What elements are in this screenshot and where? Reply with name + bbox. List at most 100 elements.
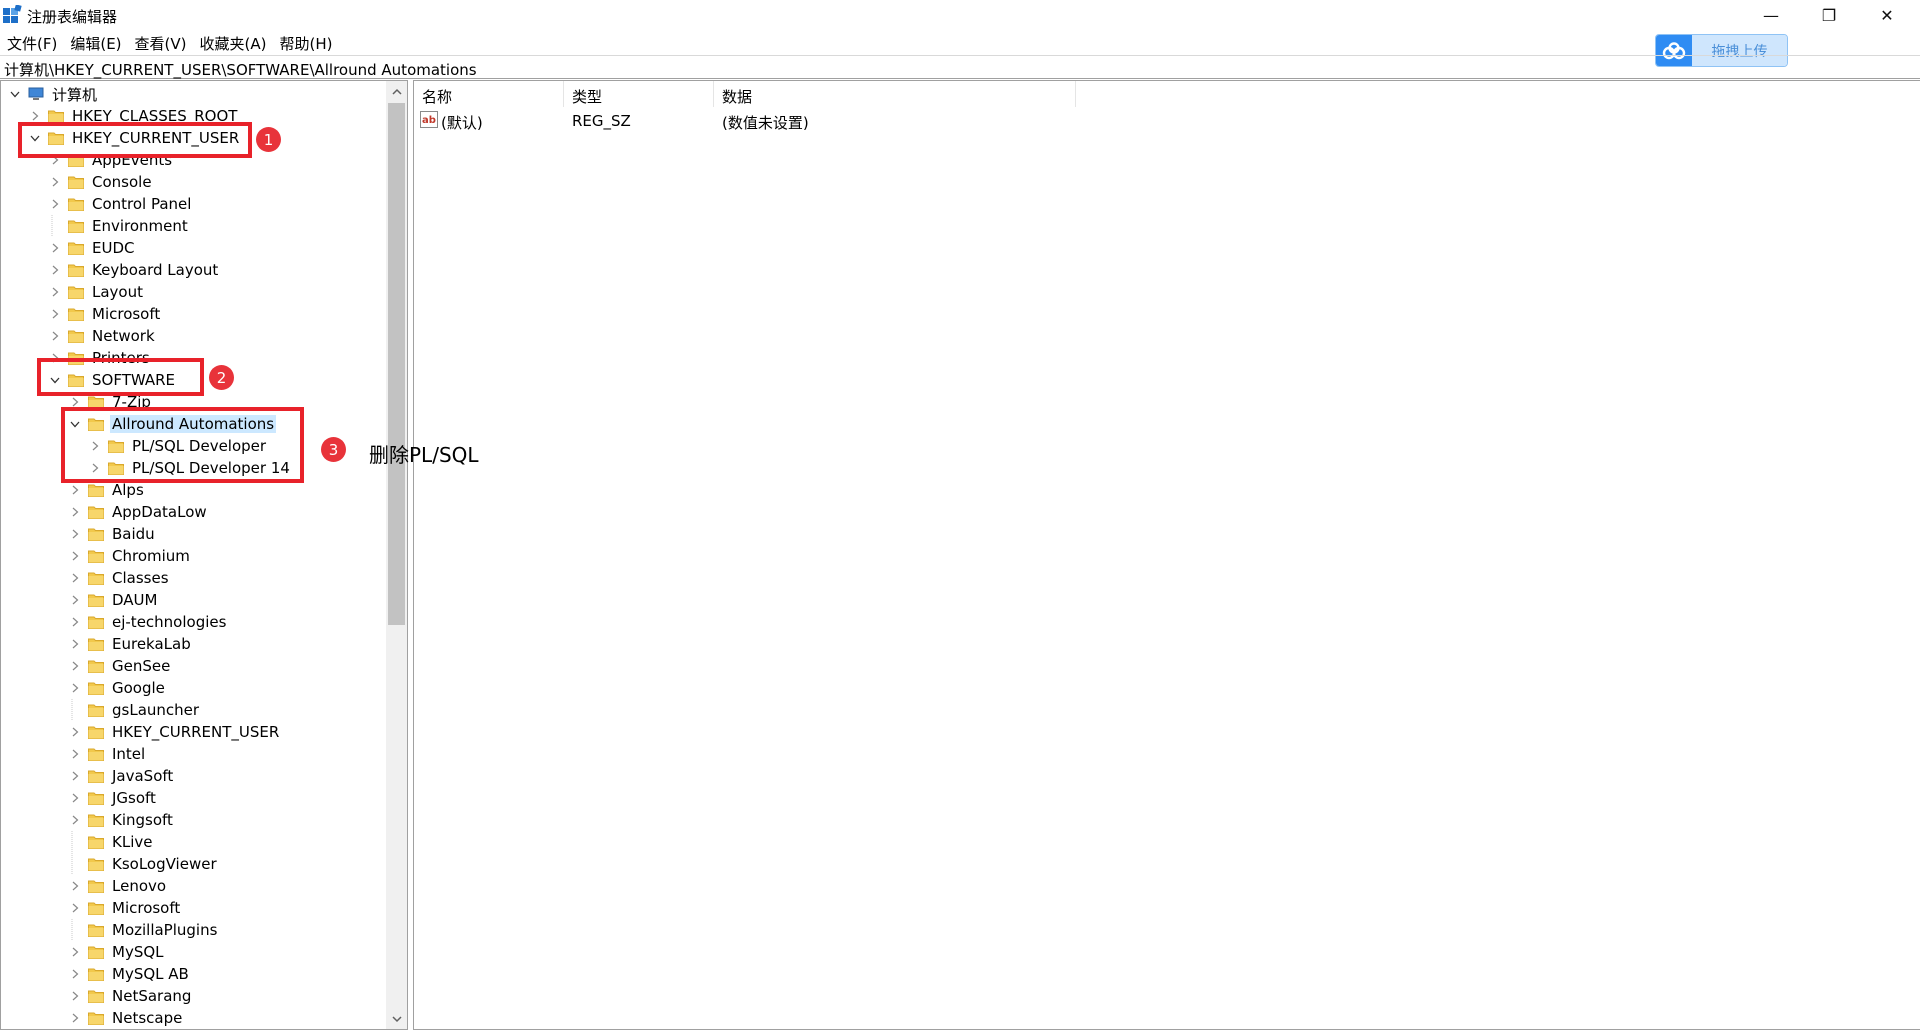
chevron-right-icon[interactable] <box>67 589 83 611</box>
chevron-right-icon[interactable] <box>67 633 83 655</box>
chevron-right-icon[interactable] <box>67 523 83 545</box>
close-button[interactable]: ✕ <box>1858 0 1916 30</box>
tree-node-gslauncher[interactable]: gsLauncher <box>67 699 201 721</box>
tree-node-keyboard-layout[interactable]: Keyboard Layout <box>47 259 220 281</box>
tree-connector-icon <box>67 831 83 853</box>
tree-node-intel[interactable]: Intel <box>67 743 147 765</box>
tree-node-google[interactable]: Google <box>67 677 167 699</box>
chevron-right-icon[interactable] <box>47 193 63 215</box>
tree-node-label: EUDC <box>92 239 135 257</box>
chevron-right-icon[interactable] <box>47 237 63 259</box>
tree-connector-icon <box>67 853 83 875</box>
chevron-right-icon[interactable] <box>67 567 83 589</box>
chevron-down-icon[interactable] <box>7 83 23 105</box>
title-bar: 注册表编辑器 — ❐ ✕ <box>0 0 1920 30</box>
chevron-right-icon[interactable] <box>47 259 63 281</box>
tree-node-netscape[interactable]: Netscape <box>67 1007 184 1029</box>
scroll-down-button[interactable] <box>386 1009 407 1029</box>
chevron-right-icon[interactable] <box>67 721 83 743</box>
tree-node-baidu[interactable]: Baidu <box>67 523 157 545</box>
chevron-right-icon[interactable] <box>47 325 63 347</box>
chevron-right-icon[interactable] <box>47 281 63 303</box>
chevron-down-icon <box>391 1015 402 1022</box>
tree-node-chromium[interactable]: Chromium <box>67 545 192 567</box>
tree-node-label: Console <box>92 173 152 191</box>
minimize-button[interactable]: — <box>1742 0 1800 30</box>
annotation-box-2 <box>37 358 204 396</box>
column-header-name[interactable]: 名称 <box>414 81 564 107</box>
key-tree-pane[interactable]: 计算机 HKEY_CLASSES_ROOT HKEY_CURRENT_USER App… <box>0 80 408 1030</box>
chevron-right-icon[interactable] <box>67 897 83 919</box>
address-bar[interactable]: 计算机\HKEY_CURRENT_USER\SOFTWARE\Allround … <box>0 55 1920 79</box>
chevron-right-icon[interactable] <box>67 985 83 1007</box>
tree-node-environment[interactable]: Environment <box>47 215 190 237</box>
chevron-right-icon[interactable] <box>47 303 63 325</box>
tree-node-label: Netscape <box>112 1009 183 1027</box>
tree-node-daum[interactable]: DAUM <box>67 589 159 611</box>
chevron-right-icon[interactable] <box>67 501 83 523</box>
column-header-type[interactable]: 类型 <box>564 81 714 107</box>
chevron-right-icon[interactable] <box>67 809 83 831</box>
chevron-right-icon[interactable] <box>67 875 83 897</box>
chevron-right-icon[interactable] <box>67 677 83 699</box>
chevron-right-icon[interactable] <box>67 941 83 963</box>
tree-node-control-panel[interactable]: Control Panel <box>47 193 193 215</box>
tree-node-hkey-current-user[interactable]: HKEY_CURRENT_USER <box>67 721 281 743</box>
tree-node-layout[interactable]: Layout <box>47 281 145 303</box>
value-row-default[interactable]: ab (默认) REG_SZ (数值未设置) <box>414 109 1314 133</box>
menu-file[interactable]: 文件(F) <box>0 30 63 53</box>
tree-node-lenovo[interactable]: Lenovo <box>67 875 168 897</box>
folder-icon <box>68 197 84 211</box>
chevron-right-icon[interactable] <box>67 1007 83 1029</box>
tree-node-mysql-ab[interactable]: MySQL AB <box>67 963 191 985</box>
menu-edit[interactable]: 编辑(E) <box>63 30 127 53</box>
annotation-marker-2: 2 <box>209 365 234 390</box>
values-list-pane[interactable]: 名称 类型 数据 ab (默认) REG_SZ (数值未设置) <box>413 80 1920 1030</box>
tree-node-ej-technologies[interactable]: ej-technologies <box>67 611 228 633</box>
tree-node-klive[interactable]: KLive <box>67 831 154 853</box>
tree-node-classes[interactable]: Classes <box>67 567 171 589</box>
tree-node-mozillaplugins[interactable]: MozillaPlugins <box>67 919 219 941</box>
tree-node-jgsoft[interactable]: JGsoft <box>67 787 158 809</box>
tree-node-network[interactable]: Network <box>47 325 157 347</box>
tree-node-ksologviewer[interactable]: KsoLogViewer <box>67 853 219 875</box>
tree-node-javasoft[interactable]: JavaSoft <box>67 765 175 787</box>
folder-icon <box>88 725 104 739</box>
chevron-right-icon[interactable] <box>67 787 83 809</box>
chevron-right-icon[interactable] <box>67 765 83 787</box>
menu-help[interactable]: 帮助(H) <box>272 30 338 53</box>
chevron-right-icon[interactable] <box>67 655 83 677</box>
chevron-right-icon[interactable] <box>67 963 83 985</box>
scroll-up-button[interactable] <box>386 81 407 101</box>
tree-connector-icon <box>67 919 83 941</box>
tree-node-console[interactable]: Console <box>47 171 154 193</box>
chevron-right-icon[interactable] <box>67 743 83 765</box>
folder-icon <box>88 923 104 937</box>
tree-node-computer[interactable]: 计算机 <box>7 83 99 105</box>
chevron-right-icon[interactable] <box>67 611 83 633</box>
tree-node-gensee[interactable]: GenSee <box>67 655 172 677</box>
chevron-right-icon[interactable] <box>47 171 63 193</box>
tree-node-eurekalab[interactable]: EurekaLab <box>67 633 193 655</box>
tree-node-label: Classes <box>112 569 169 587</box>
scroll-thumb[interactable] <box>388 103 405 625</box>
tree-node-kingsoft[interactable]: Kingsoft <box>67 809 175 831</box>
tree-node-microsoft[interactable]: Microsoft <box>47 303 162 325</box>
tree-node-eudc[interactable]: EUDC <box>47 237 136 259</box>
menu-view[interactable]: 查看(V) <box>128 30 193 53</box>
tree-node-microsoft[interactable]: Microsoft <box>67 897 182 919</box>
column-header-data[interactable]: 数据 <box>714 81 1076 107</box>
tree-node-mysql[interactable]: MySQL <box>67 941 166 963</box>
tree-node-appdatalow[interactable]: AppDataLow <box>67 501 209 523</box>
folder-icon <box>68 285 84 299</box>
computer-icon <box>28 87 44 101</box>
tree-node-label: Chromium <box>112 547 190 565</box>
tree-node-label: gsLauncher <box>112 701 200 719</box>
menu-favorites[interactable]: 收藏夹(A) <box>193 30 273 53</box>
maximize-button[interactable]: ❐ <box>1800 0 1858 30</box>
chevron-right-icon[interactable] <box>67 545 83 567</box>
folder-icon <box>68 241 84 255</box>
tree-scrollbar[interactable] <box>386 81 407 1029</box>
tree-connector-icon <box>67 699 83 721</box>
tree-node-netsarang[interactable]: NetSarang <box>67 985 193 1007</box>
